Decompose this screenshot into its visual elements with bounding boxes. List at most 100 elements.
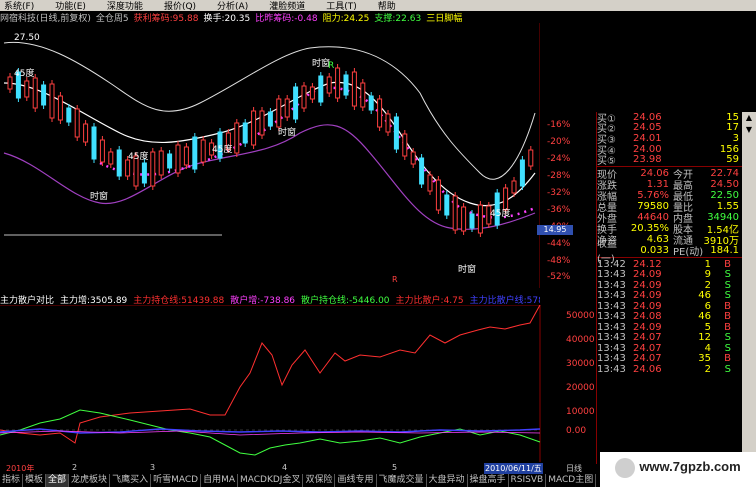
- tick-row[interactable]: 13:43 24.08 46 B: [597, 311, 742, 322]
- candle-body: [234, 122, 240, 154]
- tick-row[interactable]: 13:43 24.09 2 S: [597, 280, 742, 291]
- candle-body: [192, 136, 198, 170]
- tick-row[interactable]: 13:42 24.12 1 B: [597, 259, 742, 270]
- tick-time: 13:43: [597, 300, 626, 312]
- candle-body: [393, 116, 399, 150]
- tab-11[interactable]: 大盘异动: [427, 474, 468, 487]
- tick-row[interactable]: 13:43 24.07 4 S: [597, 343, 742, 354]
- tick-vol: 9: [704, 269, 711, 281]
- candle-body: [511, 180, 517, 194]
- tick-row[interactable]: 13:43 24.09 46 S: [597, 290, 742, 301]
- y-50000: 50000: [566, 311, 595, 321]
- tab-8[interactable]: 双保险: [303, 474, 336, 487]
- right-scrollbar[interactable]: ▲ ▼: [742, 112, 756, 464]
- indicator-chart[interactable]: 50000 40000 30000 20000 10000 0.00: [0, 305, 595, 462]
- watermark-text: www.7gpzb.com: [639, 459, 741, 474]
- tick-time: 13:43: [597, 321, 626, 333]
- stat-val1: 0.033: [640, 244, 669, 256]
- menu-system[interactable]: 系统(F): [4, 0, 34, 12]
- stat-val1: 5.76%: [637, 189, 669, 201]
- bid-row-5[interactable]: 买⑤ 23.98 59: [597, 154, 742, 167]
- tab-1[interactable]: 模板: [23, 474, 47, 487]
- y-20000: 20000: [566, 383, 595, 393]
- tab-2[interactable]: 全部: [46, 474, 70, 487]
- tick-row[interactable]: 13:43 24.07 35 B: [597, 353, 742, 364]
- tick-price: 24.07: [633, 353, 662, 365]
- date-may: 5: [392, 463, 398, 472]
- tick-vol: 12: [698, 332, 711, 344]
- tab-13[interactable]: RSISVB: [509, 474, 547, 487]
- tick-side: S: [724, 332, 731, 344]
- menu-function[interactable]: 功能(E): [55, 0, 86, 12]
- candle-body: [41, 84, 47, 106]
- tab-6[interactable]: 自用MA: [201, 474, 238, 487]
- menu-tools[interactable]: 工具(T): [326, 0, 357, 12]
- candle-body: [427, 174, 433, 192]
- menu-help[interactable]: 帮助: [378, 0, 396, 12]
- bid-price: 23.98: [633, 154, 662, 166]
- bid-price: 24.05: [633, 122, 662, 134]
- tick-row[interactable]: 13:43 24.09 9 S: [597, 269, 742, 280]
- tab-10[interactable]: 飞魔成交量: [377, 474, 427, 487]
- tab-14[interactable]: MACD主图: [546, 474, 597, 487]
- candle-body: [74, 108, 80, 138]
- tick-price: 24.06: [633, 363, 662, 375]
- stat-val1: 4.63: [646, 233, 669, 245]
- candle-body: [318, 75, 324, 103]
- label-45-3: 45度: [212, 143, 232, 155]
- tab-5[interactable]: 听雪MACD: [151, 474, 202, 487]
- tab-12[interactable]: 操盘高手: [468, 474, 509, 487]
- stats-block: 现价 24.06 今开 22.74 涨跌 1.31 最高 24.50 涨幅 5.76% 最低 22.5…: [597, 168, 742, 266]
- tick-vol: 5: [704, 321, 711, 333]
- tab-0[interactable]: 指标: [0, 474, 24, 487]
- tick-side: B: [724, 300, 731, 312]
- current-date: 2010/06/11/五: [484, 463, 543, 474]
- tick-time: 13:43: [597, 311, 626, 323]
- ind-ratio-line: 主力比散户线:5785.99: [469, 295, 540, 306]
- menu-analysis[interactable]: 分析(A): [217, 0, 248, 12]
- pct-36: -36%: [547, 205, 571, 215]
- indicator-name: 主力散户对比: [0, 295, 55, 306]
- candle-body: [461, 206, 467, 232]
- tick-list[interactable]: 13:42 24.12 1 B 13:43 24.09 9 S 13:43 24.09 2 S 13:4…: [597, 259, 742, 375]
- menu-deep[interactable]: 深度功能: [107, 0, 143, 12]
- tab-3[interactable]: 龙虎板块: [69, 474, 111, 487]
- main-price-chart[interactable]: 27.50 45度 45度 45度 时窗 时窗 时窗 45度 时窗 45 R R: [0, 23, 540, 288]
- candle-body: [335, 67, 341, 99]
- stat-val1: 79580: [637, 200, 669, 212]
- stat-val1: 20.35%: [630, 222, 669, 234]
- tick-time: 13:43: [597, 342, 626, 354]
- tick-row[interactable]: 13:43 24.07 12 S: [597, 332, 742, 343]
- pct-52: -52%: [547, 272, 571, 282]
- ind-ratio: 主力比散户:4.75: [395, 295, 464, 306]
- scroll-up-icon[interactable]: ▲: [742, 112, 756, 124]
- candle-body: [125, 159, 131, 177]
- tick-row[interactable]: 13:43 24.09 5 B: [597, 322, 742, 333]
- main-hold-line: [0, 305, 541, 444]
- percent-scale: -16% -20% -24% -28% -32% -36% -40% -44% …: [541, 112, 596, 282]
- tab-9[interactable]: 画线专用: [335, 474, 377, 487]
- menu-quote[interactable]: 报价(Q): [164, 0, 196, 12]
- candle-body: [343, 74, 349, 96]
- tick-row[interactable]: 13:43 24.06 2 S: [597, 364, 742, 375]
- period-label: 日线: [566, 464, 582, 473]
- tick-row[interactable]: 13:43 24.09 6 B: [597, 301, 742, 312]
- bid-vol: 3: [732, 132, 739, 144]
- tick-price: 24.12: [633, 258, 662, 270]
- tab-7[interactable]: MACDKDJ金叉: [238, 474, 304, 487]
- candle-body: [435, 179, 441, 211]
- candle-body: [141, 162, 147, 184]
- date-mar: 3: [150, 463, 156, 472]
- menu-channel[interactable]: 灌脸频道: [269, 0, 305, 12]
- pct-16: -16%: [547, 120, 571, 130]
- stat-val1: 1.31: [646, 178, 669, 190]
- chip-ratio: 获利筹码:95.88: [133, 14, 199, 23]
- tick-price: 24.09: [633, 279, 662, 291]
- bid-price: 24.06: [633, 111, 662, 123]
- site-watermark: www.7gpzb.com: [600, 452, 756, 487]
- tick-vol: 46: [698, 311, 711, 323]
- tick-vol: 2: [704, 363, 711, 375]
- tab-4[interactable]: 飞鹰买入: [110, 474, 152, 487]
- bid-vol: 59: [726, 154, 739, 166]
- scroll-down-icon[interactable]: ▼: [742, 124, 756, 136]
